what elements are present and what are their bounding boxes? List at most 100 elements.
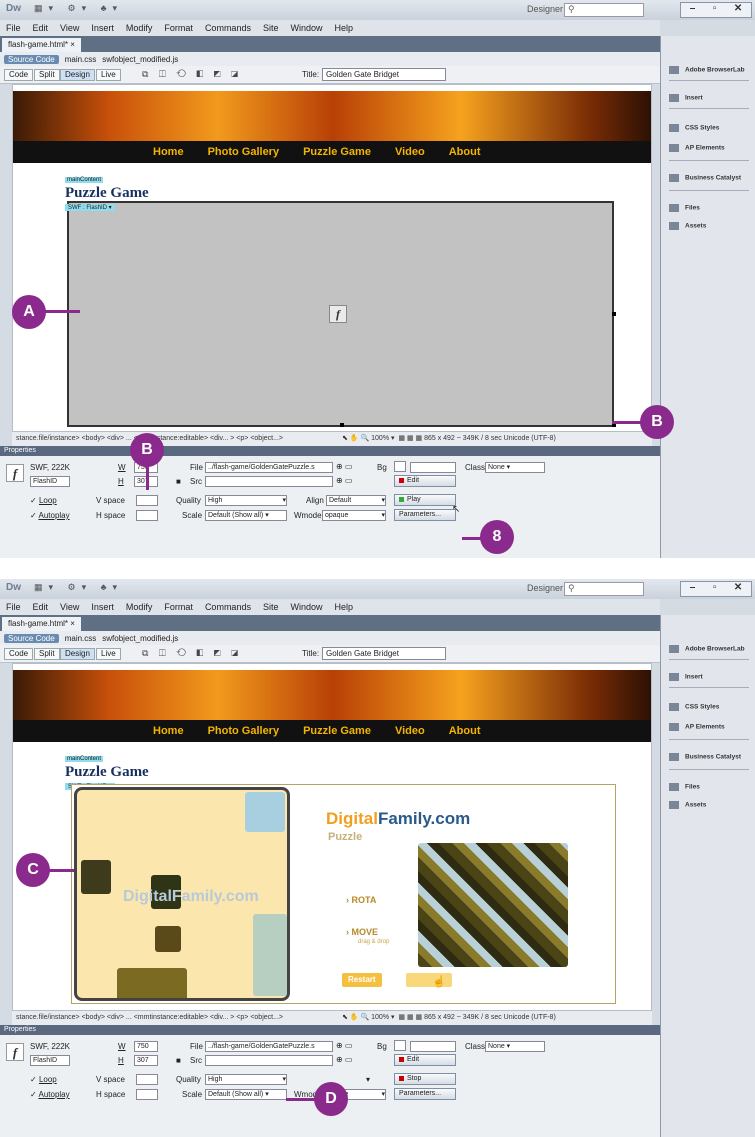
code-view-button[interactable]: Code xyxy=(4,69,34,81)
nav-about[interactable]: About xyxy=(449,725,481,737)
vspace-input[interactable] xyxy=(136,1074,158,1085)
live-view-button[interactable]: Live xyxy=(96,648,121,660)
code-view-button[interactable]: Code xyxy=(4,648,34,660)
class-select[interactable]: None ▾ xyxy=(485,462,545,473)
window-controls[interactable]: – ▫ ✕ xyxy=(680,581,752,597)
menu-file[interactable]: File xyxy=(6,23,21,33)
hspace-input[interactable] xyxy=(136,1089,158,1100)
resize-handle-right[interactable] xyxy=(612,312,616,316)
file-browse-icons[interactable]: ⊕ ▭ xyxy=(336,462,352,471)
loop-checkbox[interactable]: ✓ Loop xyxy=(30,496,57,505)
document-tab[interactable]: flash-game.html* × xyxy=(2,38,81,52)
tag-path[interactable]: stance.file/instance> <body> <div> ... <… xyxy=(16,1014,283,1021)
split-view-button[interactable]: Split xyxy=(34,69,60,81)
edit-button[interactable]: Edit xyxy=(394,1054,456,1066)
stop-button[interactable]: Stop xyxy=(394,1073,456,1085)
panel-css-styles[interactable]: CSS Styles xyxy=(669,124,719,132)
bg-color-input[interactable] xyxy=(410,1041,456,1052)
menu-edit[interactable]: Edit xyxy=(33,23,49,33)
puzzle-piece[interactable] xyxy=(117,968,187,998)
nav-video[interactable]: Video xyxy=(395,725,425,737)
properties-header[interactable]: Properties xyxy=(0,446,660,456)
swf-placeholder[interactable]: f xyxy=(67,201,616,427)
source-code-button[interactable]: Source Code xyxy=(4,54,59,64)
menu-format[interactable]: Format xyxy=(164,602,193,612)
split-view-button[interactable]: Split xyxy=(34,648,60,660)
nav-home[interactable]: Home xyxy=(153,725,184,737)
document-tab[interactable]: flash-game.html* × xyxy=(2,617,81,631)
related-file-js[interactable]: swfobject_modified.js xyxy=(102,634,178,643)
menu-site[interactable]: Site xyxy=(263,23,279,33)
src-browse-icons[interactable]: ⊕ ▭ xyxy=(336,476,352,485)
restart-button[interactable]: Restart xyxy=(342,973,382,987)
design-view-button[interactable]: Design xyxy=(60,648,95,660)
menu-modify[interactable]: Modify xyxy=(126,23,153,33)
panel-assets[interactable]: Assets xyxy=(669,801,706,809)
puzzle-piece[interactable] xyxy=(253,914,287,996)
panel-assets[interactable]: Assets xyxy=(669,222,706,230)
nav-home[interactable]: Home xyxy=(153,146,184,158)
file-browse-icons[interactable]: ⊕ ▭ xyxy=(336,1041,352,1050)
quality-select[interactable]: High ▾ xyxy=(205,495,287,506)
nav-video[interactable]: Video xyxy=(395,146,425,158)
menu-view[interactable]: View xyxy=(60,602,79,612)
toolbar-tool-icons[interactable]: ⧉ ◫ ⟲ ◧ ◩ ◪ xyxy=(142,648,242,659)
toolbar-tool-icons[interactable]: ⧉ ◫ ⟲ ◧ ◩ ◪ xyxy=(142,69,242,80)
minimize-icon[interactable]: – xyxy=(690,3,696,17)
bg-color-swatch[interactable] xyxy=(394,1040,406,1051)
bg-color-swatch[interactable] xyxy=(394,461,406,472)
puzzle-board[interactable]: DigitalFamily.com xyxy=(74,787,290,1001)
zoom-level[interactable]: 100% xyxy=(371,1014,389,1021)
menu-window[interactable]: Window xyxy=(290,602,322,612)
menu-insert[interactable]: Insert xyxy=(91,602,114,612)
hspace-input[interactable] xyxy=(136,510,158,521)
nav-puzzle-game[interactable]: Puzzle Game xyxy=(303,146,371,158)
panel-insert[interactable]: Insert xyxy=(669,673,703,681)
title-toolbar-icons[interactable]: ▦▾ ⚙▾ ♣▾ xyxy=(34,3,123,14)
menu-window[interactable]: Window xyxy=(290,23,322,33)
puzzle-game-playing[interactable]: DigitalFamily.com DigitalFamily.com Puzz… xyxy=(71,784,616,1004)
vspace-input[interactable] xyxy=(136,495,158,506)
menu-modify[interactable]: Modify xyxy=(126,602,153,612)
quality-select[interactable]: High ▾ xyxy=(205,1074,287,1085)
swf-id-label[interactable]: SWF : FlashID ▾ xyxy=(65,204,115,211)
nav-about[interactable]: About xyxy=(449,146,481,158)
autoplay-checkbox[interactable]: ✓ Autoplay xyxy=(30,1090,70,1099)
loop-checkbox[interactable]: ✓ Loop xyxy=(30,1075,57,1084)
live-view-button[interactable]: Live xyxy=(96,69,121,81)
panel-browserlab[interactable]: Adobe BrowserLab xyxy=(669,66,745,74)
resize-handle-bottom[interactable] xyxy=(340,423,344,427)
autoplay-checkbox[interactable]: ✓ Autoplay xyxy=(30,511,70,520)
minimize-icon[interactable]: – xyxy=(690,582,696,596)
edit-button[interactable]: Edit xyxy=(394,475,456,487)
window-controls[interactable]: – ▫ ✕ xyxy=(680,2,752,18)
menu-format[interactable]: Format xyxy=(164,23,193,33)
wmode-select[interactable]: opaque ▾ xyxy=(322,510,386,521)
panel-ap-elements[interactable]: AP Elements xyxy=(669,723,725,731)
help-search-input[interactable]: ⚲ xyxy=(564,582,644,596)
align-dropdown-arrow-icon[interactable]: ▾ xyxy=(366,1075,370,1084)
menu-commands[interactable]: Commands xyxy=(205,602,251,612)
panel-business-catalyst[interactable]: Business Catalyst xyxy=(669,174,741,182)
src-input[interactable] xyxy=(205,1055,333,1066)
related-file-js[interactable]: swfobject_modified.js xyxy=(102,55,178,64)
menu-edit[interactable]: Edit xyxy=(33,602,49,612)
parameters-button[interactable]: Parameters... xyxy=(394,509,456,521)
menu-help[interactable]: Help xyxy=(334,23,353,33)
panel-css-styles[interactable]: CSS Styles xyxy=(669,703,719,711)
swf-id-input[interactable]: FlashID xyxy=(30,1055,70,1066)
src-browse-icons[interactable]: ⊕ ▭ xyxy=(336,1055,352,1064)
bg-color-input[interactable] xyxy=(410,462,456,473)
nav-photo-gallery[interactable]: Photo Gallery xyxy=(208,146,280,158)
file-input[interactable]: ../flash-game/GoldenGatePuzzle.s xyxy=(205,1041,333,1052)
source-code-button[interactable]: Source Code xyxy=(4,633,59,643)
close-icon[interactable]: ✕ xyxy=(734,3,742,17)
title-toolbar-icons[interactable]: ▦▾ ⚙▾ ♣▾ xyxy=(34,582,123,593)
height-input[interactable]: 307 xyxy=(134,1055,158,1066)
scale-select[interactable]: Default (Show all) ▾ xyxy=(205,510,287,521)
related-file-css[interactable]: main.css xyxy=(65,634,97,643)
title-input[interactable]: Golden Gate Bridget xyxy=(322,68,446,81)
play-button[interactable]: Play xyxy=(394,494,456,506)
panel-files[interactable]: Files xyxy=(669,783,700,791)
align-select[interactable]: Default ▾ xyxy=(326,495,386,506)
